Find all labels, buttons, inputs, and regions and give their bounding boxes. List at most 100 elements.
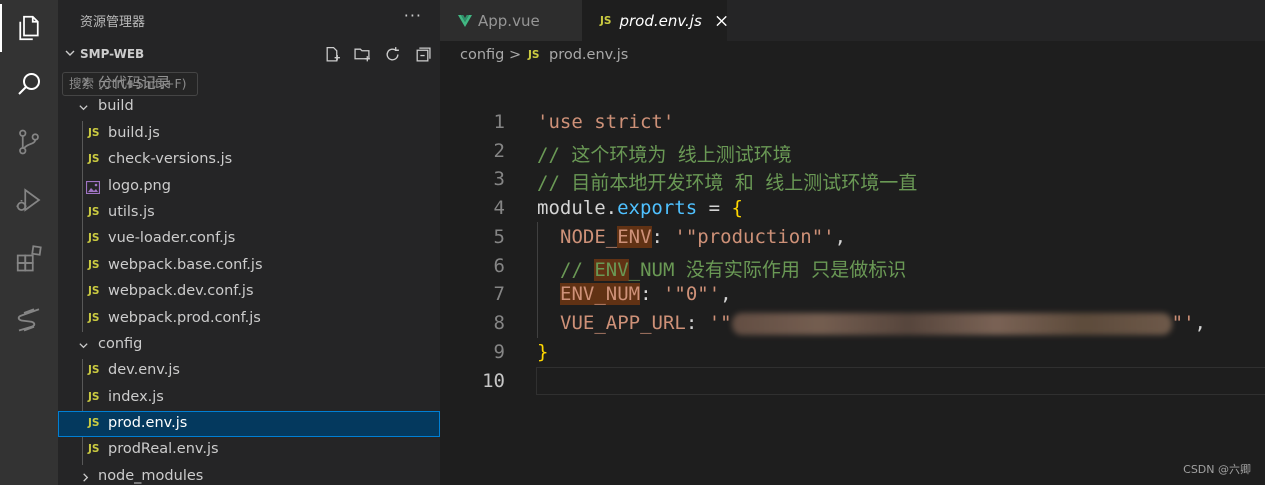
js-file-icon: JS — [88, 390, 100, 403]
tree-item-label: check-versions.js — [108, 151, 233, 168]
tree-file-logo-png[interactable]: logo.png — [58, 174, 440, 200]
dot-token: . — [605, 197, 618, 219]
chevron-down-icon — [65, 50, 75, 56]
js-file-icon: JS — [600, 14, 612, 27]
explorer-button[interactable] — [0, 0, 58, 56]
vue-icon — [458, 14, 472, 27]
tree-item-label: logo.png — [108, 177, 171, 194]
js-file-icon: JS — [88, 417, 100, 430]
js-file-icon: JS — [88, 126, 100, 139]
tree-item-label: node_modules — [98, 467, 204, 484]
tree-file-vue-loader[interactable]: JS vue-loader.conf.js — [58, 226, 440, 252]
source-control-button[interactable] — [0, 114, 58, 170]
operator-token: = — [697, 197, 732, 219]
colon-token: : — [640, 283, 663, 305]
tree-item-label: config — [98, 335, 143, 352]
tab-prod-env-js[interactable]: JS prod.env.js — [582, 0, 727, 41]
line-number: 10 — [482, 370, 505, 392]
tree-item-label: utils.js — [108, 203, 155, 220]
image-file-icon — [86, 180, 100, 194]
collapse-all-button[interactable] — [412, 44, 432, 64]
tree-item-label: vue-loader.conf.js — [108, 230, 236, 247]
code-line-5: NODE_ENV: '"production"', — [560, 226, 846, 248]
tree-folder-config[interactable]: config — [58, 332, 440, 358]
refresh-button[interactable] — [382, 44, 402, 64]
js-file-icon: JS — [88, 443, 100, 456]
tree-file-build-js[interactable]: JS build.js — [58, 121, 440, 147]
comma-token: , — [720, 283, 732, 305]
breadcrumb-file[interactable]: prod.env.js — [549, 47, 628, 63]
tree-item-label: build.js — [108, 124, 160, 141]
remote-s-icon — [17, 308, 40, 332]
run-debug-button[interactable] — [0, 172, 58, 228]
editor-tab-bar: App.vue JS prod.env.js — [440, 0, 1265, 41]
string-token: '" — [708, 312, 732, 334]
string-token: '"production"' — [674, 226, 835, 248]
tab-app-vue[interactable]: App.vue — [440, 0, 582, 41]
run-debug-icon — [16, 188, 41, 212]
extensions-icon — [16, 245, 42, 272]
close-icon[interactable] — [716, 15, 727, 27]
line-number: 1 — [493, 111, 505, 133]
js-file-icon: JS — [88, 153, 100, 166]
js-file-icon: JS — [88, 311, 100, 324]
activity-bar — [0, 0, 58, 485]
tree-item-label: prodReal.env.js — [108, 441, 219, 458]
tree-file-prodreal-env[interactable]: JS prodReal.env.js — [58, 437, 440, 463]
string-token: "' — [1171, 312, 1195, 334]
workspace-section-header[interactable]: SMP-WEB — [58, 44, 440, 66]
redacted-url-blur — [731, 312, 1172, 335]
new-file-button[interactable] — [322, 44, 342, 64]
source-control-icon — [19, 129, 39, 155]
refresh-icon — [386, 46, 399, 60]
property-token: exports — [617, 197, 698, 219]
code-editor[interactable]: 1 2 3 4 5 6 7 8 9 10 'use strict' // 这个环… — [440, 71, 1265, 485]
line-number: 8 — [493, 312, 505, 334]
code-line-2: // 这个环境为 线上测试环境 — [537, 140, 792, 167]
highlighted-comment-token: ENV — [594, 259, 629, 281]
breadcrumb-folder[interactable]: config — [460, 47, 504, 63]
code-line-9: } — [537, 341, 548, 363]
explorer-icon — [19, 15, 39, 41]
new-folder-icon — [353, 48, 370, 61]
comment-token: // 目前本地开发环境 和 线上测试环境一直 — [537, 172, 918, 194]
tree-file-utils[interactable]: JS utils.js — [58, 200, 440, 226]
code-line-1: 'use strict' — [537, 111, 674, 133]
breadcrumb-separator: > — [509, 47, 522, 63]
code-line-7: ENV_NUM: '"0"', — [560, 283, 732, 305]
tree-item-label: webpack.dev.conf.js — [108, 283, 254, 300]
tree-item-label: build — [98, 98, 134, 115]
colon-token: : — [685, 312, 709, 334]
colon-token: : — [651, 226, 675, 248]
workspace-name: SMP-WEB — [80, 47, 145, 61]
tree-item-label: dev.env.js — [108, 362, 180, 379]
key-token: NODE_ — [560, 226, 618, 248]
tab-label: prod.env.js — [619, 11, 702, 30]
search-button[interactable] — [0, 56, 58, 112]
tree-folder-node-modules[interactable]: node_modules — [58, 464, 440, 485]
js-file-icon: JS — [528, 49, 540, 61]
tree-file-webpack-dev[interactable]: JS webpack.dev.conf.js — [58, 279, 440, 305]
new-folder-button[interactable] — [352, 44, 372, 64]
js-file-icon: JS — [88, 232, 100, 245]
tree-file-check-versions[interactable]: JS check-versions.js — [58, 147, 440, 173]
search-tooltip: 搜索 (Ctrl+Shift+F) — [62, 72, 198, 96]
brace-token: } — [537, 341, 549, 363]
comma-token: , — [1194, 312, 1206, 334]
line-number: 7 — [493, 283, 505, 305]
remote-s-button[interactable] — [0, 290, 58, 346]
tree-file-prod-env[interactable]: JS prod.env.js — [58, 411, 440, 438]
tree-folder-build[interactable]: build — [58, 94, 440, 120]
tree-file-webpack-prod[interactable]: JS webpack.prod.conf.js — [58, 306, 440, 332]
line-number: 5 — [493, 226, 505, 248]
more-actions-button[interactable]: ··· — [404, 6, 422, 25]
chevron-right-icon — [83, 473, 89, 482]
comment-token: // — [560, 259, 595, 281]
tree-item-label: prod.env.js — [108, 415, 188, 432]
tree-file-dev-env[interactable]: JS dev.env.js — [58, 358, 440, 384]
line-number: 2 — [493, 140, 505, 162]
tree-file-webpack-base[interactable]: JS webpack.base.conf.js — [58, 253, 440, 279]
code-line-3: // 目前本地开发环境 和 线上测试环境一直 — [537, 168, 917, 195]
extensions-button[interactable] — [0, 230, 58, 286]
tree-file-index[interactable]: JS index.js — [58, 385, 440, 411]
